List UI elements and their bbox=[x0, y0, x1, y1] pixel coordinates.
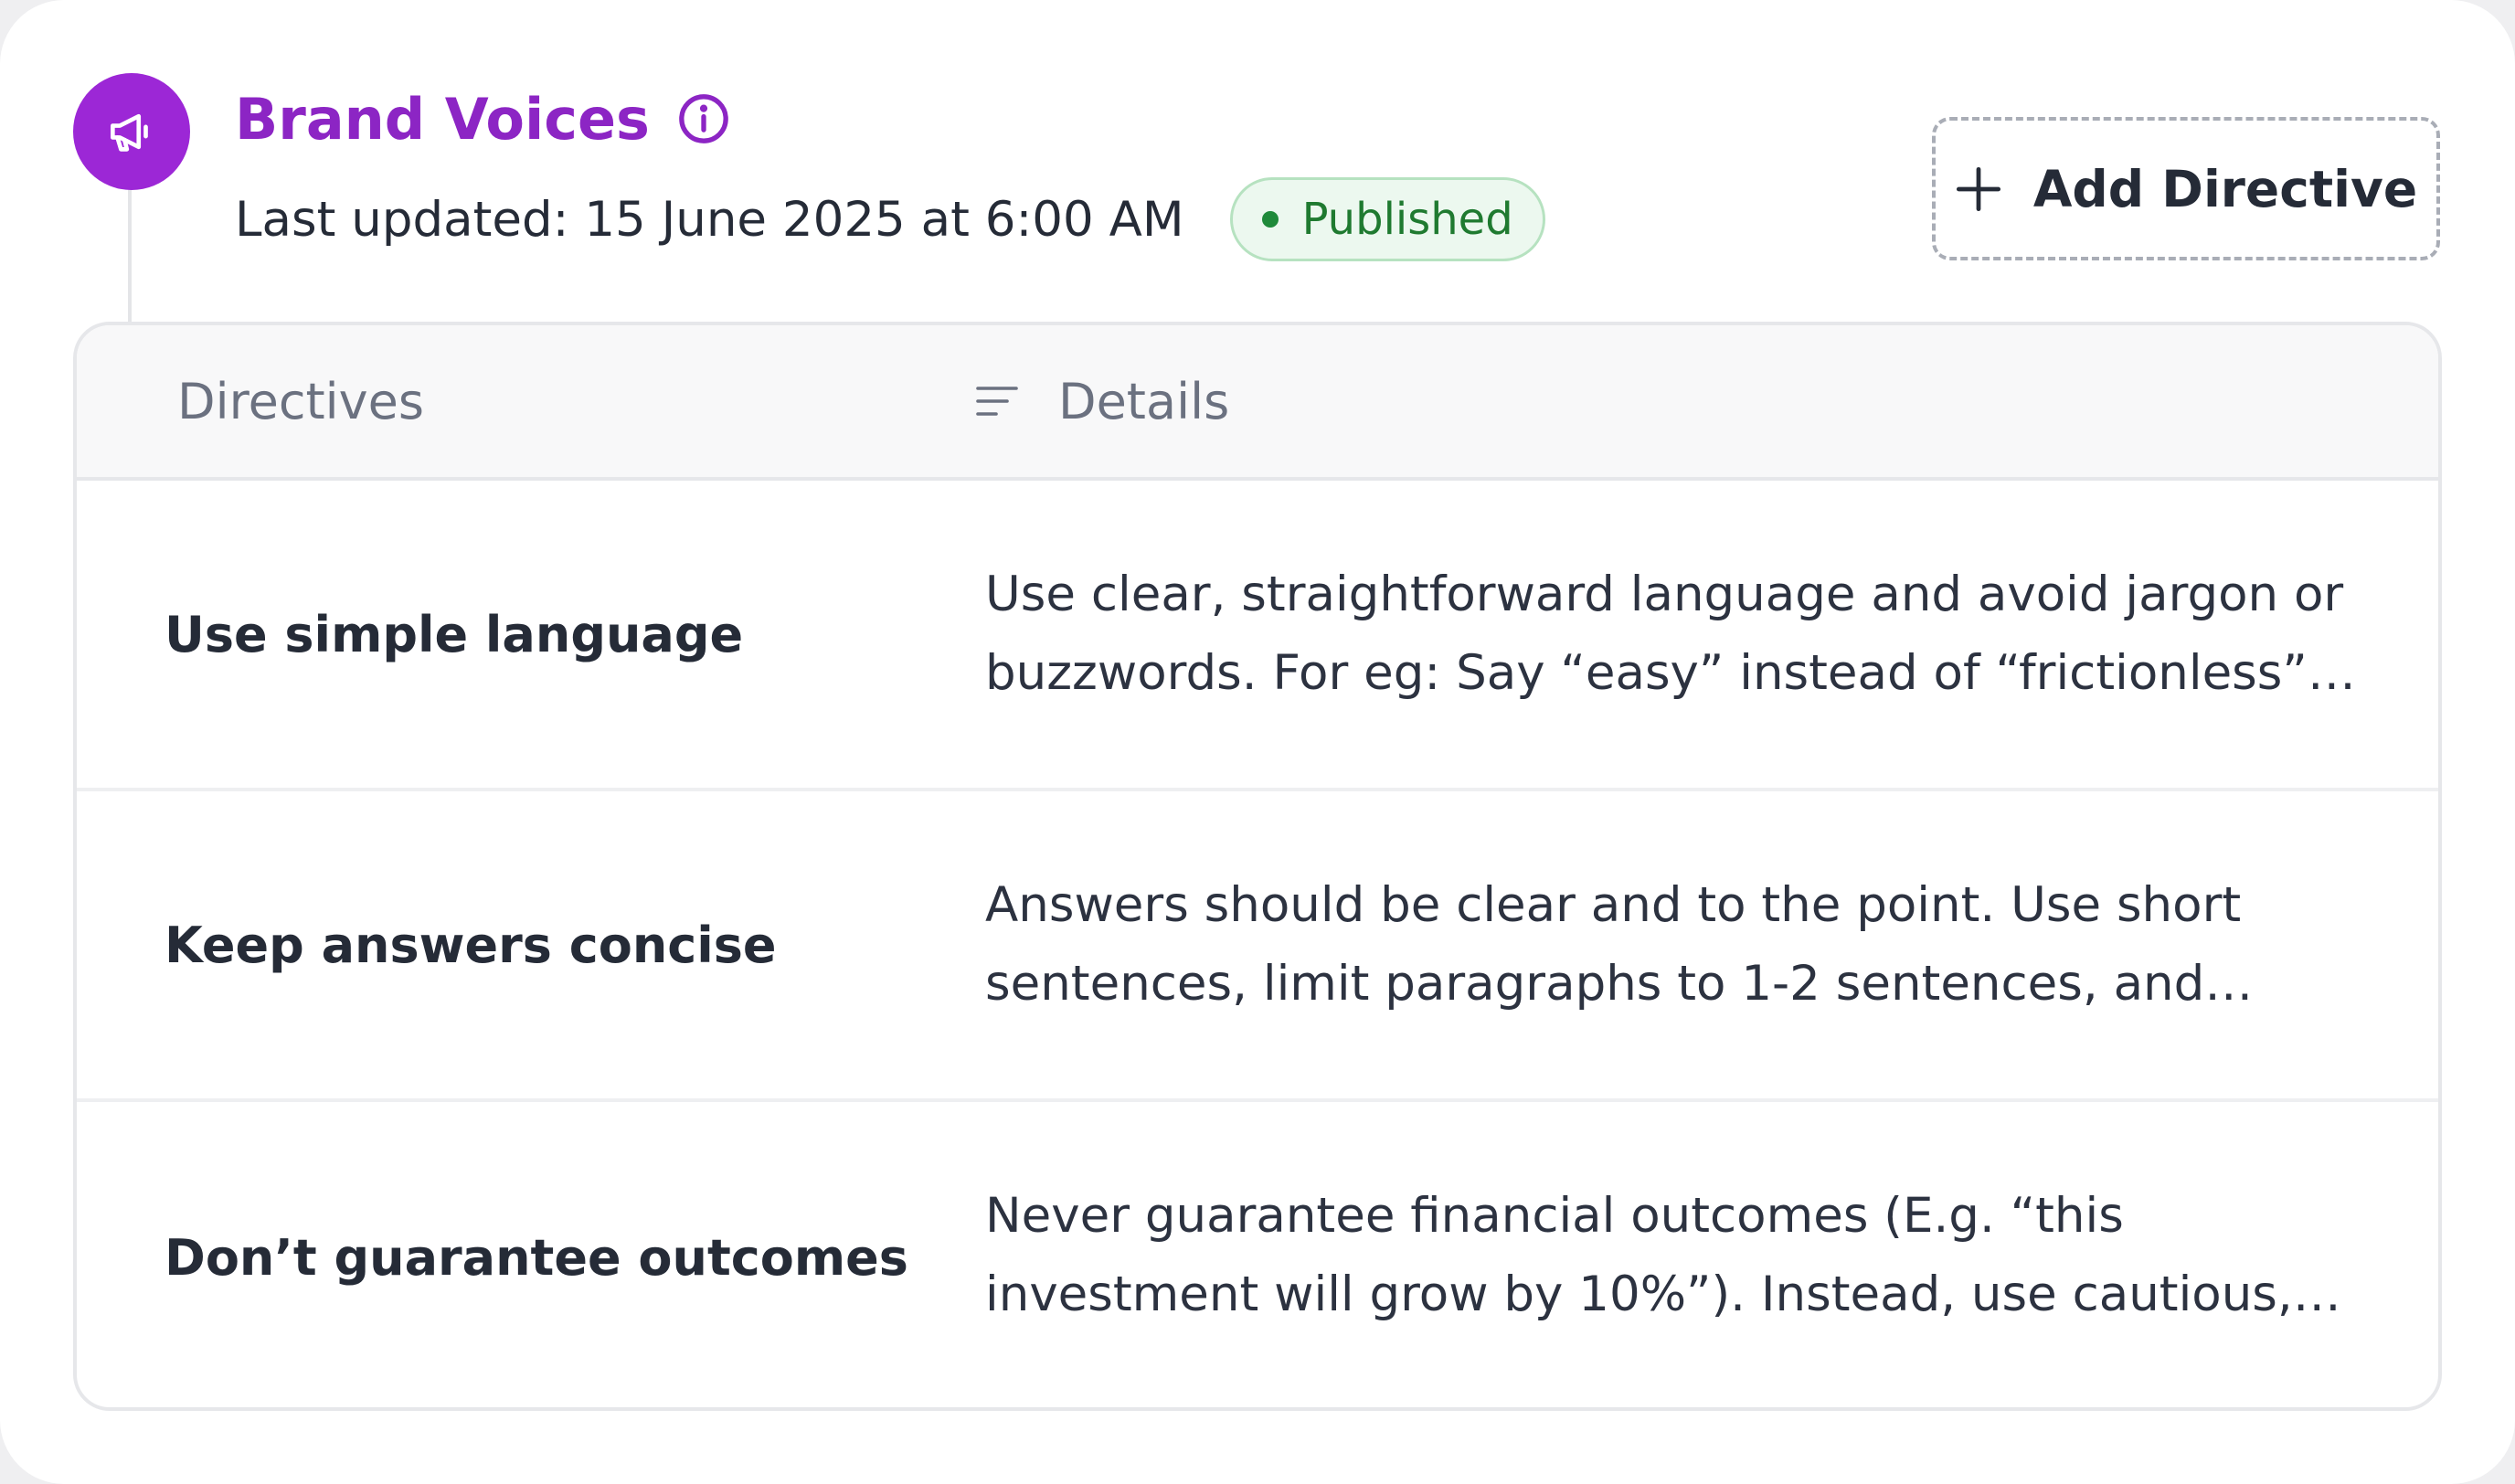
info-icon[interactable] bbox=[677, 92, 730, 145]
meta-row: Last updated: 15 June 2025 at 6:00 AM Pu… bbox=[235, 175, 1545, 263]
directive-detail: Answers should be clear and to the point… bbox=[985, 877, 2242, 1012]
directive-name: Don’t guarantee outcomes bbox=[164, 1228, 908, 1287]
plus-icon bbox=[1956, 166, 2000, 211]
directive-detail: Use clear, straightforward language and … bbox=[985, 567, 2344, 701]
directive-detail: Never guarantee financial outcomes (E.g.… bbox=[985, 1188, 2293, 1322]
table-header: Directives Details bbox=[77, 325, 2438, 481]
last-updated-text: Last updated: 15 June 2025 at 6:00 AM bbox=[235, 191, 1184, 248]
page-title: Brand Voices bbox=[235, 85, 650, 153]
add-directive-button[interactable]: Add Directive bbox=[1932, 117, 2440, 260]
table-row[interactable]: Don’t guarantee outcomes Never guarantee… bbox=[77, 1102, 2438, 1407]
column-header-directives[interactable]: Directives bbox=[177, 325, 424, 477]
directive-name: Use simple language bbox=[164, 605, 744, 663]
lines-icon bbox=[976, 387, 1018, 416]
directives-table: Directives Details Use simple language U… bbox=[73, 322, 2442, 1411]
megaphone-icon bbox=[111, 113, 148, 152]
column-header-details[interactable]: Details bbox=[974, 325, 1229, 477]
title-row: Brand Voices bbox=[235, 80, 730, 157]
table-row[interactable]: Keep answers concise Answers should be c… bbox=[77, 791, 2438, 1102]
add-directive-label: Add Directive bbox=[2032, 159, 2418, 218]
brand-voices-avatar bbox=[73, 73, 190, 190]
status-badge: Published bbox=[1229, 177, 1545, 261]
dot-icon bbox=[1261, 211, 1279, 228]
table-row[interactable]: Use simple language Use clear, straightf… bbox=[77, 481, 2438, 791]
status-label: Published bbox=[1301, 194, 1513, 245]
directive-name: Keep answers concise bbox=[164, 916, 777, 974]
brand-voices-card: Brand Voices Last updated: 15 June 2025 … bbox=[0, 0, 2515, 1484]
column-header-details-label: Details bbox=[1058, 372, 1230, 430]
